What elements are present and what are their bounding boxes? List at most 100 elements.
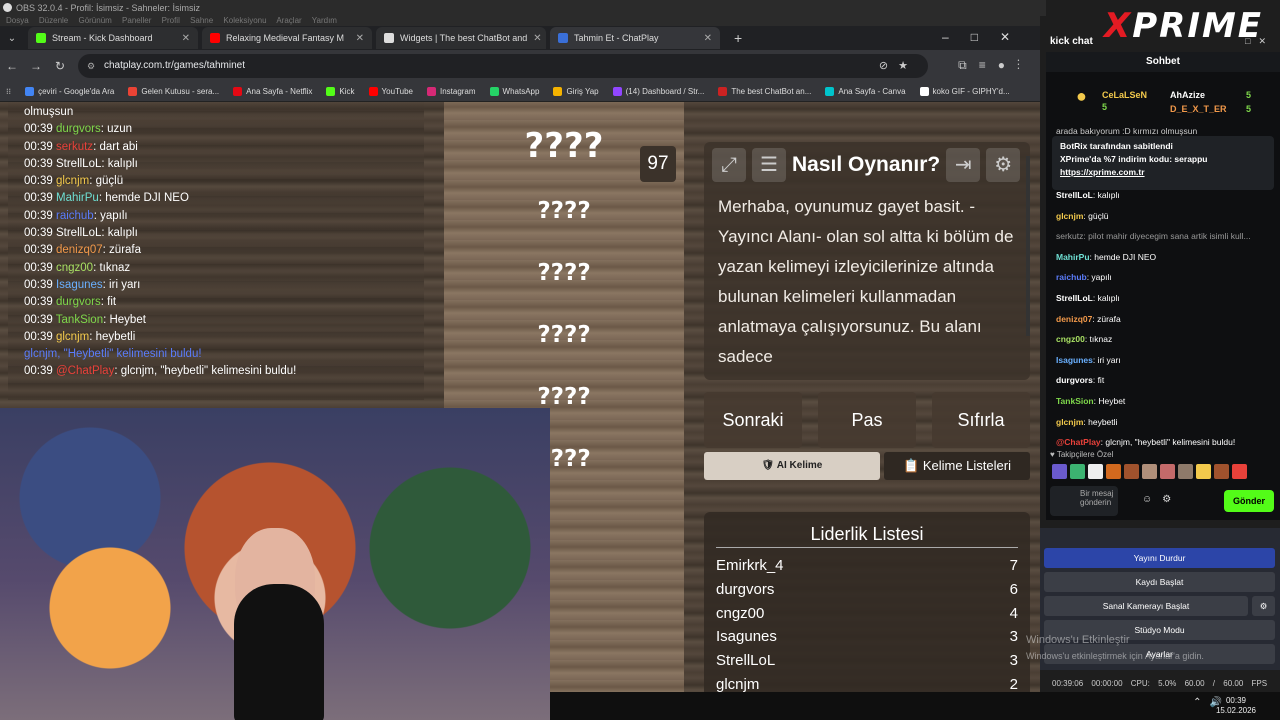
emote-icon[interactable]: [1178, 464, 1193, 479]
kick-user[interactable]: MahirPu: [1056, 252, 1090, 262]
tab-label: Relaxing Medieval Fantasy M: [226, 33, 345, 43]
chat-tab[interactable]: Sohbet: [1046, 52, 1280, 72]
tab-widgets[interactable]: Widgets | The best ChatBot and ✕: [376, 27, 546, 49]
bookmark-item[interactable]: YouTube: [368, 87, 413, 96]
kick-text: : zürafa: [1092, 313, 1121, 324]
kick-user[interactable]: glcnjm: [1056, 211, 1083, 221]
start-record-button[interactable]: Kaydı Başlat: [1044, 572, 1275, 592]
reset-button[interactable]: Sıfırla: [932, 392, 1030, 448]
url-field[interactable]: ⚙ chatplay.com.tr/games/tahminet ⊘★: [78, 54, 928, 78]
bookmark-item[interactable]: koko GIF - GIPHY'd...: [919, 87, 1010, 96]
tab-kick-dashboard[interactable]: Stream - Kick Dashboard ✕: [28, 27, 198, 49]
clock[interactable]: 00:39 15.02.2026: [1216, 696, 1256, 716]
forward-icon[interactable]: →: [24, 59, 48, 73]
kick-user[interactable]: Isagunes: [1056, 355, 1093, 365]
emote-icon[interactable]: [1106, 464, 1121, 479]
close-icon[interactable]: ✕: [533, 33, 541, 44]
bookmark-item[interactable]: Ana Sayfa - Canva: [825, 87, 906, 96]
close-icon[interactable]: ✕: [704, 33, 712, 44]
bookmark-item[interactable]: Ana Sayfa - Netflix: [233, 87, 312, 96]
top-chatter-2[interactable]: AhAzize: [1170, 90, 1205, 100]
kick-user[interactable]: StrellLoL: [1056, 293, 1093, 303]
emote-icon[interactable]: [1214, 464, 1229, 479]
word-lists-button[interactable]: 📋 Kelime Listeleri: [884, 452, 1030, 480]
ai-word-button[interactable]: 🛡 AI Kelime: [704, 452, 880, 480]
kick-user[interactable]: raichub: [1056, 272, 1087, 282]
bookmark-item[interactable]: WhatsApp: [489, 87, 539, 96]
site-info-icon[interactable]: ⚙: [87, 54, 95, 78]
emote-icon[interactable]: [1196, 464, 1211, 479]
close-icon[interactable]: ✕: [182, 33, 190, 44]
chat-user: StrellLoL: [55, 157, 102, 170]
chat-text: : fit: [100, 296, 117, 309]
apps-icon[interactable]: ⁝⁝: [6, 87, 11, 96]
kick-user[interactable]: @ChatPlay: [1056, 437, 1101, 447]
back-icon[interactable]: ←: [0, 59, 24, 73]
clock-time: 00:39: [1225, 696, 1246, 705]
chat-text: : kalıplı: [101, 227, 138, 240]
kick-user[interactable]: TankSion: [1056, 396, 1094, 406]
leaderboard-row: cngz00 4: [716, 602, 1018, 626]
browser-window-controls[interactable]: –□✕: [942, 30, 1032, 44]
tab-youtube[interactable]: Relaxing Medieval Fantasy M ✕: [202, 27, 372, 49]
kick-user[interactable]: glcnjm: [1056, 417, 1083, 427]
reload-icon[interactable]: ↻: [48, 59, 72, 73]
emote-icon[interactable]: [1160, 464, 1175, 479]
dock-controls[interactable]: □✕: [1245, 36, 1274, 47]
emote-icon[interactable]: [1088, 464, 1103, 479]
next-button[interactable]: Sonraki: [704, 392, 802, 448]
emote-icon[interactable]: [1052, 464, 1067, 479]
list-icon[interactable]: ☰: [752, 148, 786, 182]
bookmark-item[interactable]: Giriş Yap: [553, 87, 599, 96]
clock-date: 15.02.2026: [1215, 706, 1256, 715]
tab-search-icon[interactable]: ⌄: [0, 33, 24, 44]
bookmark-label: Giriş Yap: [566, 87, 599, 96]
kick-chat-message: denizq07: zürafa: [1056, 314, 1121, 324]
top-chatter-3[interactable]: D_E_X_T_ER: [1170, 104, 1227, 114]
gear-icon[interactable]: ⚙: [1252, 596, 1275, 616]
close-icon[interactable]: ✕: [356, 33, 364, 44]
bookmark-label: Instagram: [439, 87, 476, 96]
scrollbar[interactable]: [1026, 156, 1030, 336]
bookmark-item[interactable]: Kick: [326, 87, 355, 96]
kick-user[interactable]: cngz00: [1056, 334, 1085, 344]
bookmark-icon: [919, 87, 929, 96]
obs-menu-bar[interactable]: Dosya Düzenle Görünüm Paneller Profil Sa…: [0, 16, 1040, 26]
chat-user: @ChatPlay: [55, 365, 115, 378]
bookmark-item[interactable]: çeviri - Google'da Ara: [25, 87, 114, 96]
send-button[interactable]: Gönder: [1224, 490, 1274, 512]
chat-action-icons[interactable]: ☺⚙: [1142, 494, 1181, 505]
kick-text: : fit: [1092, 375, 1105, 386]
new-tab-button[interactable]: +: [734, 30, 742, 46]
fullscreen-icon[interactable]: ⤢: [712, 148, 746, 182]
pinned-link[interactable]: https://xprime.com.tr: [1060, 166, 1266, 179]
bookmark-item[interactable]: Gelen Kutusu - sera...: [128, 87, 219, 96]
chat-time: 00:39: [24, 244, 53, 257]
cpu-usage: CPU: 5.0%: [1130, 679, 1177, 688]
top-chatters: ● CeLaLSeN 5 AhAzize 5 D_E_X_T_ER 5: [1046, 78, 1280, 122]
stop-stream-button[interactable]: Yayını Durdur: [1044, 548, 1275, 568]
emote-icon[interactable]: [1232, 464, 1247, 479]
kick-user[interactable]: durgvors: [1056, 375, 1093, 385]
tab-tahmin-et[interactable]: Tahmin Et - ChatPlay ✕: [550, 27, 720, 49]
kick-user[interactable]: StrellLoL: [1056, 190, 1093, 200]
virtual-cam-button[interactable]: Sanal Kamerayı Başlat: [1044, 596, 1248, 616]
bookmark-item[interactable]: (14) Dashboard / Str...: [612, 87, 704, 96]
emote-icon[interactable]: [1070, 464, 1085, 479]
bookmark-star-icon[interactable]: ⊘★: [879, 54, 918, 78]
top-chatter-1[interactable]: CeLaLSeN: [1102, 90, 1147, 100]
kick-chat-message: serkutz: pilot mahir diyecegim sana arti…: [1056, 231, 1251, 241]
emote-icon[interactable]: [1142, 464, 1157, 479]
extensions-icon[interactable]: ⧉≡●⋮: [958, 58, 1032, 73]
emote-icon[interactable]: [1124, 464, 1139, 479]
bookmark-item[interactable]: The best ChatBot an...: [718, 87, 811, 96]
emote-bar[interactable]: [1052, 464, 1247, 479]
bookmark-item[interactable]: Instagram: [426, 87, 476, 96]
pinned-text: XPrime'da %7 indirim kodu: serappu: [1060, 154, 1208, 164]
kick-user[interactable]: denizq07: [1056, 314, 1092, 324]
chat-text: : glcnjm, "heybetli" kelimesini buldu!: [114, 365, 297, 378]
message-input[interactable]: Bir mesaj gönderin: [1050, 486, 1118, 516]
pass-button[interactable]: Pas: [818, 392, 916, 448]
exit-icon[interactable]: ⇥: [946, 148, 981, 182]
gear-icon[interactable]: ⚙: [986, 148, 1021, 182]
